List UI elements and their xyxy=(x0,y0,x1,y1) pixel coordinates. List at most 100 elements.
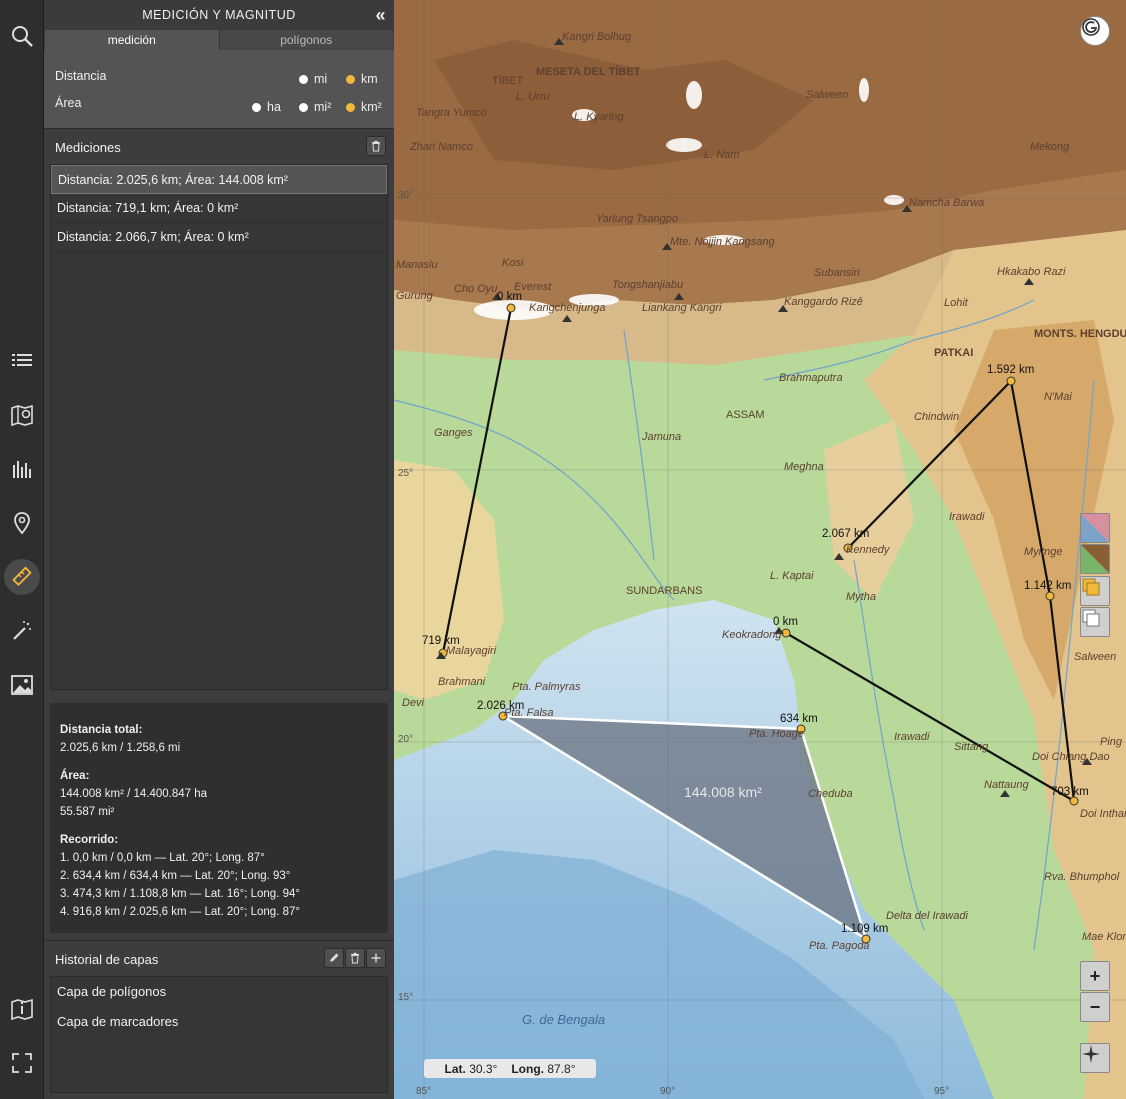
history-title: Historial de capas xyxy=(55,952,159,967)
tab-poligonos[interactable]: polígonos xyxy=(218,30,393,50)
measure-label: 2.067 km xyxy=(822,528,869,540)
place-label: Doi Inthanon xyxy=(1080,808,1126,820)
chart-icon[interactable] xyxy=(4,451,40,487)
fullscreen-icon[interactable] xyxy=(4,1045,40,1081)
measurement-item[interactable]: Distancia: 2.066,7 km; Área: 0 km² xyxy=(51,223,387,252)
lat-tick: 20° xyxy=(398,734,413,745)
basemap-physical-icon[interactable] xyxy=(1080,513,1110,543)
radio-dot-selected xyxy=(346,74,355,84)
layer-item-polygons[interactable]: Capa de polígonos xyxy=(51,977,387,1007)
radio-dot xyxy=(299,74,308,84)
place-label: Zhari Namco xyxy=(409,141,473,153)
place-label: Irawadi xyxy=(949,511,985,523)
map-info-icon[interactable] xyxy=(4,991,40,1027)
place-label: Doi Chiang Dao xyxy=(1032,751,1110,763)
layers-overlay-icon[interactable] xyxy=(1080,576,1110,606)
measure-vertex xyxy=(1069,796,1079,806)
pencil-icon xyxy=(330,953,339,962)
place-label: Everest xyxy=(514,281,552,293)
measurement-summary: Distancia total: 2.025,6 km / 1.258,6 mi… xyxy=(50,703,388,933)
layers-stack-icon[interactable] xyxy=(1080,607,1110,637)
long-tick: 95° xyxy=(934,1086,949,1097)
place-label: Subansiri xyxy=(814,267,860,279)
area-unit-label: Área xyxy=(55,96,82,110)
place-label: L. Urru xyxy=(516,91,550,103)
place-label: Brahmani xyxy=(438,676,486,688)
basemap-terrain-icon[interactable] xyxy=(1080,544,1110,574)
radio-distance-mi[interactable]: mi xyxy=(299,72,327,86)
radio-area-km2[interactable]: km² xyxy=(346,100,382,114)
map-search-icon[interactable] xyxy=(4,397,40,433)
coordinate-readout: Lat. 30.3° Long. 87.8° xyxy=(424,1059,596,1078)
lat-tick: 15° xyxy=(398,992,413,1003)
measurement-item[interactable]: Distancia: 719,1 km; Área: 0 km² xyxy=(51,194,387,223)
place-label: Keokradong xyxy=(722,629,782,641)
route-step: 3. 474,3 km / 1.108,8 km — Lat. 16°; Lon… xyxy=(60,888,300,900)
area-value-mi: 55.587 mi² xyxy=(60,806,115,818)
image-icon[interactable] xyxy=(4,667,40,703)
place-label: Malayagiri xyxy=(446,645,497,657)
place-label: Irawadi xyxy=(894,731,930,743)
collapse-panel-icon[interactable]: « xyxy=(375,5,386,26)
delete-layer-button[interactable] xyxy=(345,948,365,968)
long-readout: Long. 87.8° xyxy=(511,1061,576,1076)
measure-vertex xyxy=(506,303,516,313)
place-label: Mae Klong xyxy=(1082,931,1126,943)
place-label: G. de Bengala xyxy=(522,1012,605,1027)
add-layer-button[interactable] xyxy=(366,948,386,968)
long-tick: 90° xyxy=(660,1086,675,1097)
area-value: 144.008 km² / 14.400.847 ha xyxy=(60,788,208,800)
plus-icon xyxy=(371,953,381,963)
radio-area-ha[interactable]: ha xyxy=(252,100,281,114)
compass-icon[interactable] xyxy=(1080,1043,1110,1073)
zoom-out-button[interactable]: − xyxy=(1080,992,1110,1022)
magic-wand-icon[interactable] xyxy=(4,613,40,649)
place-label: Manaslu xyxy=(396,259,438,271)
measurement-item[interactable]: Distancia: 2.025,6 km; Área: 144.008 km² xyxy=(51,165,387,194)
map-canvas[interactable]: 144.008 km² 0 km 719 km 2.026 km 634 km … xyxy=(394,0,1126,1099)
place-label: MONTS. HENGDUAN xyxy=(1034,328,1126,340)
place-label: TÍBET xyxy=(492,74,523,87)
radio-distance-km[interactable]: km xyxy=(346,72,378,86)
radio-area-mi2[interactable]: mi² xyxy=(299,100,331,114)
ruler-measure-icon[interactable] xyxy=(4,559,40,595)
search-icon[interactable] xyxy=(4,18,40,54)
zoom-in-button[interactable]: + xyxy=(1080,961,1110,991)
place-label: Pta. Hoage xyxy=(749,728,804,740)
list-icon[interactable] xyxy=(4,343,40,379)
place-label: Salween xyxy=(1074,651,1116,663)
long-tick: 85° xyxy=(416,1086,431,1097)
map-view[interactable]: 144.008 km² 0 km 719 km 2.026 km 634 km … xyxy=(394,0,1126,1099)
history-header: Historial de capas xyxy=(44,940,394,976)
tab-medicion[interactable]: medición xyxy=(45,30,219,50)
place-label: Kosi xyxy=(502,257,524,269)
place-label: Hkakabo Razi xyxy=(997,266,1066,278)
route-step: 4. 916,8 km / 2.025,6 km — Lat. 20°; Lon… xyxy=(60,906,300,918)
lat-tick: 30° xyxy=(398,190,413,201)
measurements-list: Distancia: 2.025,6 km; Área: 144.008 km²… xyxy=(50,164,388,690)
delete-measurements-button[interactable] xyxy=(366,136,386,156)
lat-tick: 25° xyxy=(398,468,413,479)
route-step: 1. 0,0 km / 0,0 km — Lat. 20°; Long. 87° xyxy=(60,852,265,864)
place-label: L. Nam xyxy=(704,149,739,161)
layer-item-markers[interactable]: Capa de marcadores xyxy=(51,1007,387,1037)
place-label: Lohit xyxy=(944,297,969,309)
route-label: Recorrido: xyxy=(60,834,119,846)
area-label: Área: xyxy=(60,770,90,782)
place-label: Kangchenjunga xyxy=(529,302,605,314)
place-label: Tangra Yumco xyxy=(416,107,487,119)
measurements-title: Mediciones xyxy=(55,139,121,155)
place-label: Tongshanjiabu xyxy=(612,279,683,291)
globe-logo-icon[interactable] xyxy=(1080,16,1110,46)
place-label: Myitnge xyxy=(1024,546,1063,558)
place-label: Meghna xyxy=(784,461,824,473)
tab-bar: medición polígonos xyxy=(45,30,393,50)
measure-label: 703 km xyxy=(1051,786,1089,798)
place-label: Namcha Barwa xyxy=(909,197,984,209)
place-label: Ping xyxy=(1100,736,1123,748)
panel-title: MEDICIÓN Y MAGNITUD xyxy=(142,8,296,22)
location-pin-icon[interactable] xyxy=(4,505,40,541)
place-label: Pta. Pagoda xyxy=(809,940,870,952)
edit-layer-button[interactable] xyxy=(324,948,344,968)
measure-label: 0 km xyxy=(773,616,798,628)
